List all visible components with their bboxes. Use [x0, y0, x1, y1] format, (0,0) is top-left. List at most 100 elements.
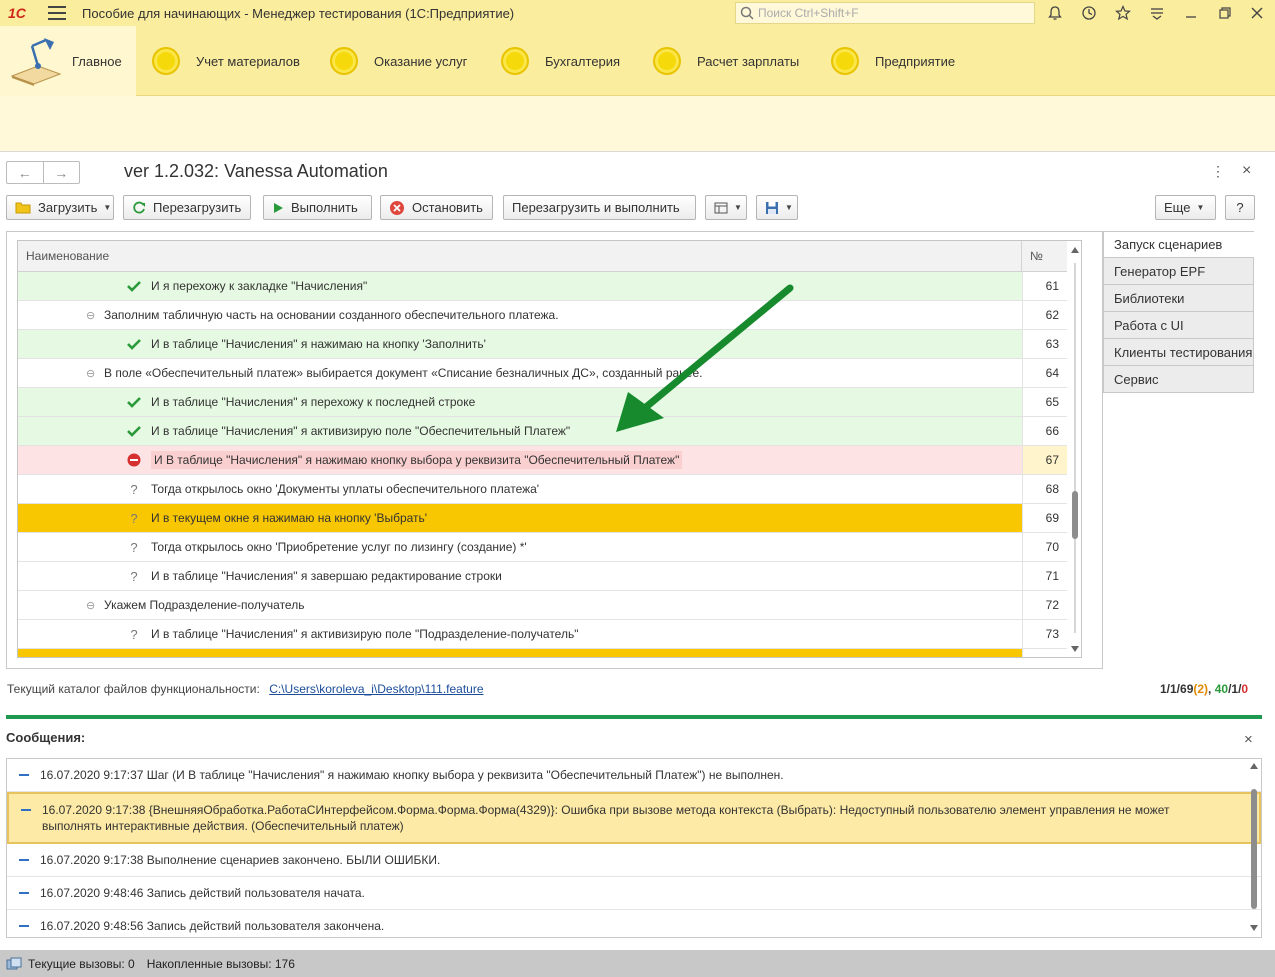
step-text: И В таблице "Начисления" я нажимаю кнопк…: [151, 451, 683, 469]
title-bar: 1С Пособие для начинающих - Менеджер тес…: [0, 0, 1275, 26]
section-circle-icon: [831, 47, 859, 75]
collapse-icon[interactable]: ⊖: [86, 599, 98, 612]
tab-test-clients[interactable]: Клиенты тестирования: [1103, 339, 1254, 366]
stop-button[interactable]: Остановить: [380, 195, 493, 220]
back-arrow-icon[interactable]: ←: [7, 162, 44, 183]
question-icon: ?: [130, 481, 138, 497]
section-materials[interactable]: Учет материалов: [152, 26, 300, 96]
divider: [6, 715, 1262, 719]
reload-and-run-button[interactable]: Перезагрузить и выполнить: [503, 195, 696, 220]
section-salary[interactable]: Расчет зарплаты: [653, 26, 799, 96]
message-marker-icon: [7, 918, 40, 934]
tab-epf-generator[interactable]: Генератор EPF: [1103, 258, 1254, 285]
tab-run-scenarios[interactable]: Запуск сценариев: [1103, 231, 1254, 258]
message-item[interactable]: 16.07.2020 9:17:38 Выполнение сценариев …: [7, 844, 1261, 877]
tab-ui[interactable]: Работа с UI: [1103, 312, 1254, 339]
table-row[interactable]: И в таблице "Начисления" я активизирую п…: [18, 417, 1081, 446]
load-label: Загрузить: [38, 200, 98, 215]
messages-scrollbar[interactable]: [1247, 759, 1261, 937]
stop-icon: [389, 200, 405, 216]
minimize-icon[interactable]: [1182, 4, 1200, 22]
message-marker-icon: [7, 767, 40, 783]
more-button[interactable]: Еще ▼: [1155, 195, 1216, 220]
status-bar: Текущие вызовы: 0 Накопленные вызовы: 17…: [0, 950, 1275, 977]
table-row[interactable]: ? И в таблице "Начисления" я завершаю ред…: [18, 562, 1081, 591]
table-row[interactable]: ⊖ В поле «Обеспечительный платеж» выбирае…: [18, 359, 1081, 388]
feature-path-link[interactable]: C:\Users\koroleva_i\Desktop\111.feature: [269, 682, 483, 696]
tab-libraries[interactable]: Библиотеки: [1103, 285, 1254, 312]
global-search-input[interactable]: Поиск Ctrl+Shift+F: [735, 2, 1035, 24]
scroll-down-icon[interactable]: [1250, 925, 1258, 931]
table-row[interactable]: ⊖ Укажем Подразделение-получатель 72: [18, 591, 1081, 620]
table-row[interactable]: ⊖ Заполним табличную часть на основании с…: [18, 301, 1081, 330]
row-number: 71: [1022, 562, 1067, 590]
section-enterprise[interactable]: Предприятие: [831, 26, 955, 96]
table-row[interactable]: И в таблице "Начисления" я перехожу к по…: [18, 388, 1081, 417]
messages-close-icon[interactable]: ×: [1244, 731, 1253, 748]
close-icon[interactable]: [1248, 4, 1266, 22]
save-button[interactable]: ▼: [756, 195, 798, 220]
step-text: И в таблице "Начисления" я нажимаю на кн…: [151, 337, 486, 351]
server-calls-icon: [6, 957, 22, 969]
table-row-selected[interactable]: ? И в текущем окне я нажимаю на кнопку 'В…: [18, 504, 1081, 533]
scenario-tree-table[interactable]: Наименование № И я перехожу к закладке "…: [17, 240, 1082, 658]
stats-separator: ,: [1208, 682, 1215, 696]
column-header-number[interactable]: №: [1022, 241, 1067, 271]
scroll-up-icon[interactable]: [1070, 246, 1080, 254]
table-scrollbar[interactable]: [1067, 241, 1081, 657]
table-icon: [714, 202, 728, 214]
row-number: 62: [1022, 301, 1067, 329]
step-text: Тогда открылось окно 'Приобретение услуг…: [151, 540, 527, 554]
form-close-icon[interactable]: ×: [1242, 162, 1251, 180]
reload-and-run-label: Перезагрузить и выполнить: [512, 200, 680, 215]
settings-menu-icon[interactable]: [1148, 4, 1166, 22]
table-row[interactable]: ? Тогда открылось окно 'Документы уплаты …: [18, 475, 1081, 504]
step-text: И в текущем окне я нажимаю на кнопку 'Вы…: [151, 511, 428, 525]
reload-button[interactable]: Перезагрузить: [123, 195, 251, 220]
checkmark-icon: [122, 280, 146, 292]
section-circle-icon: [501, 47, 529, 75]
table-row[interactable]: И я перехожу к закладке "Начисления" 61: [18, 272, 1081, 301]
table-row[interactable]: И в таблице "Начисления" я нажимаю на кн…: [18, 330, 1081, 359]
stats-pending: (2): [1193, 682, 1209, 696]
side-tabs: Запуск сценариев Генератор EPF Библиотек…: [1103, 231, 1254, 393]
section-accounting[interactable]: Бухгалтерия: [501, 26, 620, 96]
table-row[interactable]: ? Тогда открылось окно 'Приобретение услу…: [18, 533, 1081, 562]
row-number: 66: [1022, 417, 1067, 445]
more-vertical-icon[interactable]: ⋮: [1211, 163, 1225, 180]
table-row[interactable]: ? И в таблице "Начисления" я активизирую …: [18, 620, 1081, 649]
section-services[interactable]: Оказание услуг: [330, 26, 467, 96]
main-menu-icon[interactable]: [48, 6, 66, 20]
message-item[interactable]: 16.07.2020 9:48:46 Запись действий польз…: [7, 877, 1261, 910]
table-layout-button[interactable]: ▼: [705, 195, 747, 220]
scroll-thumb[interactable]: [1072, 491, 1078, 539]
help-button[interactable]: ?: [1225, 195, 1255, 220]
table-row-partial[interactable]: [18, 649, 1081, 657]
run-stats: 1/1/69(2), 40/1/0: [1160, 682, 1248, 696]
load-button[interactable]: Загрузить ▼: [6, 195, 114, 220]
run-button[interactable]: Выполнить: [263, 195, 372, 220]
column-header-name[interactable]: Наименование: [18, 241, 1022, 271]
question-icon: ?: [130, 539, 138, 555]
message-item[interactable]: 16.07.2020 9:17:37 Шаг (И В таблице "Нач…: [7, 759, 1261, 792]
dropdown-caret-icon: ▼: [1196, 203, 1205, 212]
message-item[interactable]: 16.07.2020 9:48:56 Запись действий польз…: [7, 910, 1261, 937]
message-item-selected[interactable]: 16.07.2020 9:17:38 {ВнешняяОбработка.Раб…: [7, 792, 1261, 844]
restore-icon[interactable]: [1216, 4, 1234, 22]
scroll-down-icon[interactable]: [1070, 645, 1080, 653]
message-marker-icon: [7, 852, 40, 868]
table-row-error[interactable]: И В таблице "Начисления" я нажимаю кнопк…: [18, 446, 1081, 475]
collapse-icon[interactable]: ⊖: [86, 309, 98, 322]
scroll-track: [1074, 263, 1076, 633]
forward-arrow-icon[interactable]: →: [44, 162, 80, 183]
collapse-icon[interactable]: ⊖: [86, 367, 98, 380]
favorites-star-icon[interactable]: [1114, 4, 1132, 22]
section-home[interactable]: Главное: [0, 26, 136, 96]
history-icon[interactable]: [1080, 4, 1098, 22]
bell-icon[interactable]: [1046, 4, 1064, 22]
desk-lamp-icon: [10, 38, 62, 86]
scroll-up-icon[interactable]: [1250, 763, 1258, 769]
row-number: 68: [1022, 475, 1067, 503]
tab-service[interactable]: Сервис: [1103, 366, 1254, 393]
scroll-thumb[interactable]: [1251, 789, 1257, 909]
